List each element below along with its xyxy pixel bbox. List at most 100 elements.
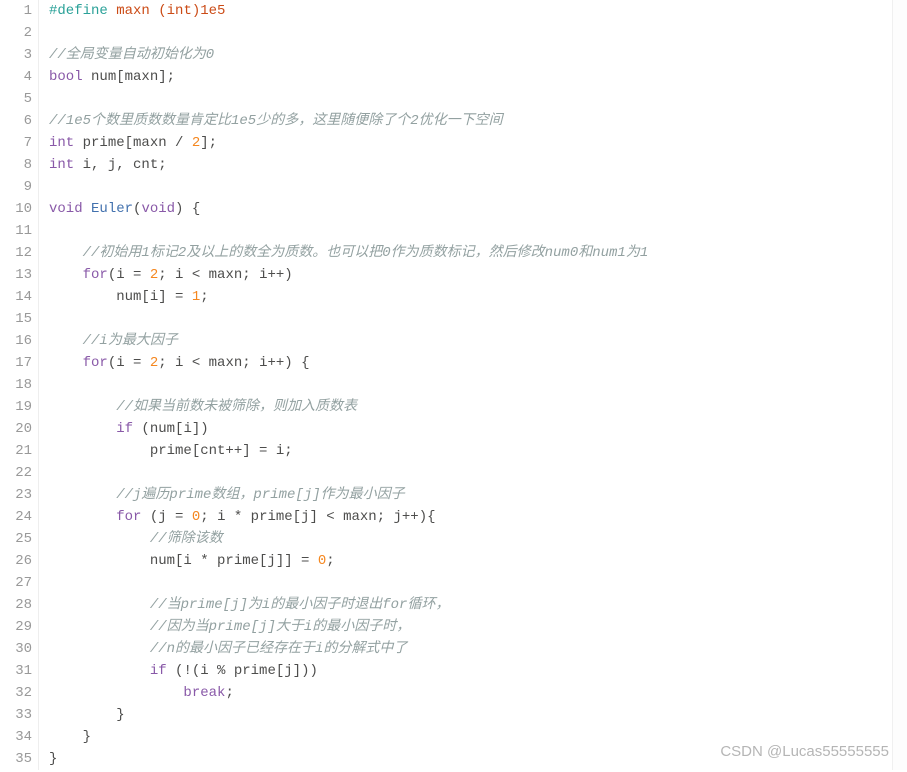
token-num: 0 <box>192 509 200 525</box>
code-line: } <box>49 726 907 748</box>
line-number: 3 <box>0 44 32 66</box>
code-line <box>49 572 907 594</box>
code-line <box>49 462 907 484</box>
token-id: ; <box>200 289 208 305</box>
code-block: 1234567891011121314151617181920212223242… <box>0 0 907 770</box>
token-id: prime[cnt++] = i; <box>49 443 293 459</box>
line-number: 17 <box>0 352 32 374</box>
token-id <box>49 509 116 525</box>
token-cmt: //1e5个数里质数数量肯定比1e5少的多，这里随便除了个2优化一下空间 <box>49 113 503 129</box>
code-line: //j遍历prime数组，prime[j]作为最小因子 <box>49 484 907 506</box>
token-fn: Euler <box>91 201 133 217</box>
line-number: 28 <box>0 594 32 616</box>
line-number: 10 <box>0 198 32 220</box>
token-id: } <box>49 751 57 767</box>
token-type: void <box>141 201 175 217</box>
code-line: } <box>49 704 907 726</box>
code-line <box>49 22 907 44</box>
token-id <box>49 641 150 657</box>
code-line: } <box>49 748 907 770</box>
token-cmt: //j遍历prime数组，prime[j]作为最小因子 <box>116 487 404 503</box>
line-number: 24 <box>0 506 32 528</box>
code-line: //如果当前数未被筛除，则加入质数表 <box>49 396 907 418</box>
token-id <box>49 487 116 503</box>
token-cmt: //全局变量自动初始化为0 <box>49 47 214 63</box>
line-number: 34 <box>0 726 32 748</box>
token-id <box>49 531 150 547</box>
code-line <box>49 88 907 110</box>
token-cmt: //如果当前数未被筛除，则加入质数表 <box>116 399 357 415</box>
code-line: //当prime[j]为i的最小因子时退出for循环， <box>49 594 907 616</box>
line-number: 29 <box>0 616 32 638</box>
token-kw: if <box>116 421 133 437</box>
code-line: //全局变量自动初始化为0 <box>49 44 907 66</box>
token-id: num[maxn]; <box>91 69 175 85</box>
token-id <box>49 333 83 349</box>
token-id <box>49 421 116 437</box>
token-num: 1 <box>192 289 200 305</box>
line-number: 32 <box>0 682 32 704</box>
line-number: 22 <box>0 462 32 484</box>
token-type: int <box>49 157 83 173</box>
code-line: //n的最小因子已经存在于i的分解式中了 <box>49 638 907 660</box>
code-line: for(i = 2; i < maxn; i++) <box>49 264 907 286</box>
token-id: ; <box>225 685 233 701</box>
code-line: prime[cnt++] = i; <box>49 440 907 462</box>
token-id: ; i < maxn; i++) { <box>158 355 309 371</box>
code-content[interactable]: #define maxn (int)1e5 //全局变量自动初始化为0bool … <box>39 0 907 770</box>
token-pre: #define <box>49 3 116 19</box>
line-number: 1 <box>0 0 32 22</box>
code-line: int prime[maxn / 2]; <box>49 132 907 154</box>
token-id <box>49 597 150 613</box>
token-id: ; i * prime[j] < maxn; j++){ <box>200 509 435 525</box>
code-line: num[i] = 1; <box>49 286 907 308</box>
line-number: 23 <box>0 484 32 506</box>
token-id: } <box>49 707 125 723</box>
line-number: 18 <box>0 374 32 396</box>
token-cmt: //当prime[j]为i的最小因子时退出for循环， <box>150 597 450 613</box>
line-number: 19 <box>0 396 32 418</box>
line-number: 16 <box>0 330 32 352</box>
token-macro: maxn <box>116 3 158 19</box>
token-kw: for <box>83 267 108 283</box>
line-number: 20 <box>0 418 32 440</box>
token-id <box>49 245 83 261</box>
token-type: void <box>49 201 91 217</box>
scrollbar-track[interactable] <box>892 0 907 770</box>
line-number: 9 <box>0 176 32 198</box>
code-line: if (!(i % prime[j])) <box>49 660 907 682</box>
token-cmt: //因为当prime[j]大于i的最小因子时， <box>150 619 410 635</box>
code-line: #define maxn (int)1e5 <box>49 0 907 22</box>
line-number: 26 <box>0 550 32 572</box>
token-num: 2 <box>192 135 200 151</box>
code-line <box>49 308 907 330</box>
code-line: //因为当prime[j]大于i的最小因子时， <box>49 616 907 638</box>
line-number: 7 <box>0 132 32 154</box>
token-id: (j = <box>141 509 191 525</box>
token-id: i, j, cnt; <box>83 157 167 173</box>
token-cast: (int)1e5 <box>158 3 225 19</box>
code-line: for(i = 2; i < maxn; i++) { <box>49 352 907 374</box>
token-id: (i = <box>108 267 150 283</box>
line-number: 27 <box>0 572 32 594</box>
line-number: 21 <box>0 440 32 462</box>
token-id: prime[maxn / <box>83 135 192 151</box>
line-number: 31 <box>0 660 32 682</box>
code-line <box>49 176 907 198</box>
token-num: 0 <box>318 553 326 569</box>
line-number: 5 <box>0 88 32 110</box>
code-line <box>49 374 907 396</box>
token-kw: for <box>83 355 108 371</box>
line-number: 33 <box>0 704 32 726</box>
line-number-gutter: 1234567891011121314151617181920212223242… <box>0 0 39 770</box>
code-line: //初始用1标记2及以上的数全为质数。也可以把0作为质数标记，然后修改num0和… <box>49 242 907 264</box>
token-kw: if <box>150 663 167 679</box>
code-line: int i, j, cnt; <box>49 154 907 176</box>
line-number: 25 <box>0 528 32 550</box>
token-id: ; i < maxn; i++) <box>158 267 292 283</box>
line-number: 6 <box>0 110 32 132</box>
code-line: void Euler(void) { <box>49 198 907 220</box>
code-line: if (num[i]) <box>49 418 907 440</box>
token-kw: for <box>116 509 141 525</box>
token-id <box>49 399 116 415</box>
